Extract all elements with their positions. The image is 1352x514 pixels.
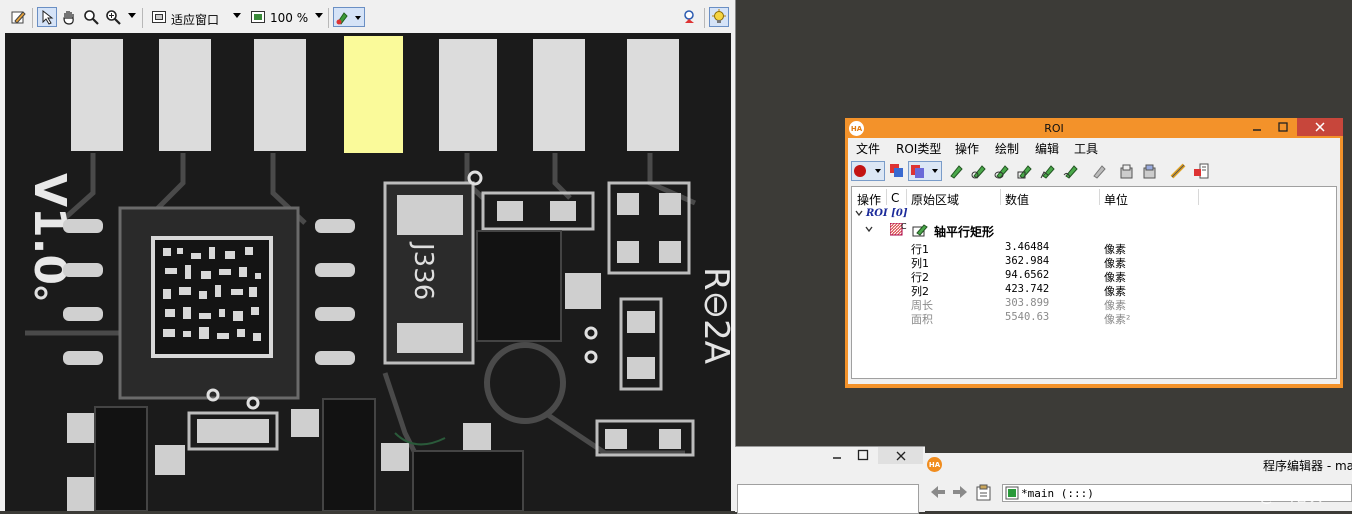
- param-row-readonly: 面积 5540.63 像素²: [852, 311, 1336, 326]
- col-source-region[interactable]: 原始区域: [911, 191, 959, 208]
- param-row[interactable]: 列1 362.984 像素: [852, 255, 1336, 270]
- menu-file[interactable]: 文件: [856, 140, 880, 157]
- measure-icon[interactable]: [1168, 161, 1188, 181]
- program-editor-titlebar[interactable]: HA 程序编辑器 - ma: [925, 453, 1352, 475]
- rect-roi-icon: [912, 223, 928, 240]
- roi-rectangle[interactable]: [344, 36, 403, 153]
- variable-window: [735, 446, 925, 514]
- save-roi-icon[interactable]: [1139, 161, 1159, 181]
- param-value[interactable]: 94.6562: [1005, 269, 1049, 281]
- roi-toolbar: [848, 159, 1340, 183]
- image-canvas[interactable]: V1.0 J336 R⊖2A: [5, 33, 731, 511]
- variable-window-content[interactable]: [737, 484, 919, 514]
- param-row[interactable]: 行1 3.46484 像素: [852, 241, 1336, 256]
- program-editor-title: 程序编辑器 - ma: [1263, 459, 1352, 473]
- param-row[interactable]: 列2 423.742 像素: [852, 283, 1336, 298]
- inspect-icon[interactable]: [680, 7, 700, 27]
- minimize-button[interactable]: [831, 449, 843, 464]
- roi-dialog: HA ROI 文件 ROI类型 操作 绘制 编辑 工具 操作 C 原始区域 数值…: [845, 118, 1343, 388]
- graphics-window: 适应窗口 100 % V1.0 J336 R⊖2A: [0, 0, 736, 511]
- lightbulb-icon[interactable]: [709, 7, 729, 27]
- pointer-icon[interactable]: [37, 7, 57, 27]
- param-unit: 像素²: [1104, 313, 1131, 326]
- edit-icon[interactable]: [8, 7, 28, 27]
- hand-pan-icon[interactable]: [59, 7, 79, 27]
- graphics-toolbar: 适应窗口 100 %: [0, 4, 735, 32]
- variable-window-titlebar[interactable]: [735, 447, 925, 465]
- draw-rect-icon[interactable]: [946, 161, 966, 181]
- param-value: 5540.63: [1005, 311, 1050, 323]
- load-roi-icon[interactable]: [1116, 161, 1136, 181]
- erase-icon[interactable]: [1089, 161, 1109, 181]
- col-unit[interactable]: 单位: [1104, 191, 1128, 208]
- watermark: CSDN @AI炮灰: [1208, 486, 1323, 505]
- draw-ellipse-icon[interactable]: [1015, 161, 1035, 181]
- svg-text:R⊖2A: R⊖2A: [696, 267, 731, 364]
- zoom-icon[interactable]: [103, 7, 123, 27]
- roi-paint-icon[interactable]: [333, 7, 365, 27]
- param-value[interactable]: 362.984: [1005, 255, 1049, 267]
- param-row-readonly: 周长 303.899 像素: [852, 297, 1336, 312]
- menu-edit[interactable]: 编辑: [1035, 140, 1059, 157]
- close-button[interactable]: [1297, 118, 1343, 136]
- chevron-down-icon[interactable]: [233, 13, 241, 18]
- maximize-button[interactable]: [857, 449, 869, 464]
- draw-polygon-icon[interactable]: [1038, 161, 1058, 181]
- param-name: 面积: [911, 313, 933, 326]
- region-type-label: 轴平行矩形: [934, 225, 995, 239]
- region-color-letter: C: [901, 222, 907, 231]
- menu-operation[interactable]: 操作: [955, 140, 979, 157]
- tree-region-row[interactable]: C 轴平行矩形: [852, 222, 1336, 240]
- menu-roi-type[interactable]: ROI类型: [896, 140, 941, 157]
- col-c[interactable]: C: [891, 191, 899, 205]
- col-operation[interactable]: 操作: [857, 191, 881, 208]
- clipboard-icon[interactable]: [975, 484, 993, 504]
- fit-window-icon[interactable]: [149, 7, 169, 27]
- maximize-button[interactable]: [1269, 118, 1297, 136]
- draw-free-icon[interactable]: [1061, 161, 1081, 181]
- forward-arrow-icon[interactable]: [951, 484, 969, 503]
- roi-menubar: 文件 ROI类型 操作 绘制 编辑 工具: [848, 138, 1340, 158]
- close-icon: [896, 451, 905, 460]
- col-value[interactable]: 数值: [1005, 191, 1029, 208]
- roi-titlebar[interactable]: HA ROI: [845, 118, 1343, 138]
- minimize-button[interactable]: [1243, 118, 1271, 136]
- menu-draw[interactable]: 绘制: [995, 140, 1019, 157]
- chevron-down-icon[interactable]: [854, 208, 864, 221]
- roi-title: ROI: [1044, 122, 1064, 135]
- zoom-mode-select[interactable]: 适应窗口: [171, 11, 219, 28]
- add-roi-icon[interactable]: [887, 161, 907, 181]
- svg-text:J336: J336: [408, 241, 438, 300]
- param-value[interactable]: 3.46484: [1005, 241, 1049, 253]
- zoom-percent-select[interactable]: 100 %: [270, 11, 308, 25]
- halcon-logo-icon: HA: [927, 457, 942, 472]
- draw-rect2-icon[interactable]: [969, 161, 989, 181]
- roi-body: 文件 ROI类型 操作 绘制 编辑 工具 操作 C 原始区域 数值 单位 ROI…: [848, 138, 1340, 384]
- combine-mode-button[interactable]: [908, 161, 942, 181]
- pcb-image: V1.0 J336 R⊖2A: [5, 33, 731, 511]
- roi-type-button[interactable]: [851, 161, 885, 181]
- draw-circle-icon[interactable]: [992, 161, 1012, 181]
- procedure-name: *main (:::): [1021, 487, 1094, 500]
- param-value[interactable]: 423.742: [1005, 283, 1049, 295]
- back-arrow-icon[interactable]: [929, 484, 947, 503]
- roi-root-label: ROI [0]: [866, 208, 908, 219]
- procedure-icon: [1005, 486, 1019, 503]
- roi-tree-view[interactable]: 操作 C 原始区域 数值 单位 ROI [0] C 轴平行矩形 行1 3.464…: [851, 186, 1337, 379]
- chevron-down-icon[interactable]: [315, 13, 323, 18]
- tree-root-row[interactable]: ROI [0]: [852, 208, 1336, 222]
- chevron-down-icon[interactable]: [128, 13, 136, 18]
- param-value: 303.899: [1005, 297, 1050, 309]
- close-button[interactable]: [878, 447, 923, 464]
- param-row[interactable]: 行2 94.6562 像素: [852, 269, 1336, 284]
- menu-tools[interactable]: 工具: [1074, 140, 1098, 157]
- code-gen-icon[interactable]: [1191, 161, 1211, 181]
- chevron-down-icon[interactable]: [864, 224, 874, 237]
- magnifier-icon[interactable]: [81, 7, 101, 27]
- close-icon: [1315, 122, 1325, 132]
- zoom-percent-icon[interactable]: [248, 7, 268, 27]
